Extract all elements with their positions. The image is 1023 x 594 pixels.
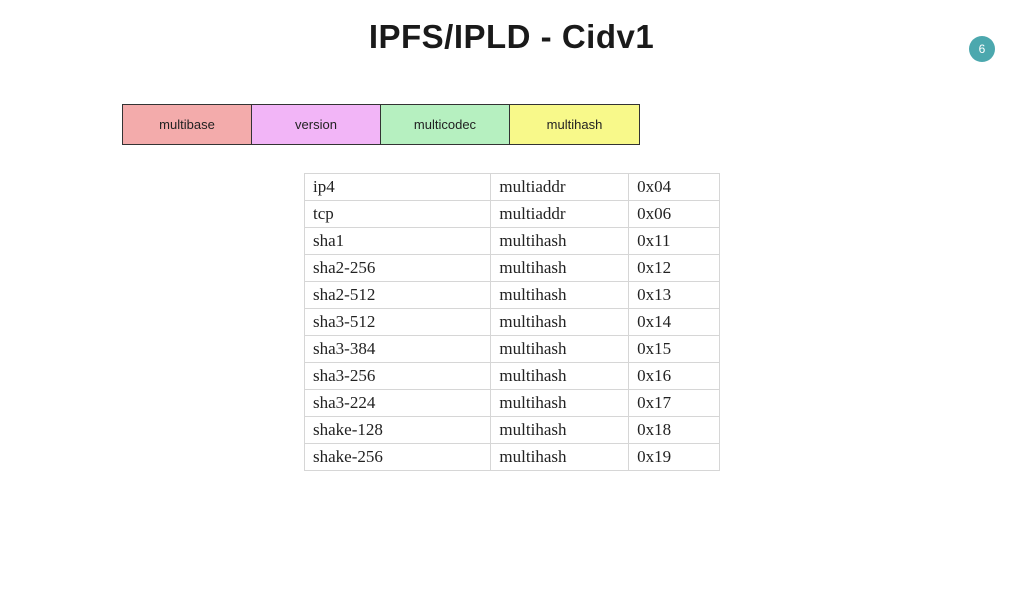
codec-name: shake-128 <box>305 417 491 444</box>
codec-category: multihash <box>491 444 629 471</box>
table-row: sha3-256multihash0x16 <box>305 363 720 390</box>
structure-cell-multihash: multihash <box>510 105 639 144</box>
codec-category: multihash <box>491 390 629 417</box>
codec-name: shake-256 <box>305 444 491 471</box>
codec-code: 0x18 <box>629 417 720 444</box>
table-row: sha2-512multihash0x13 <box>305 282 720 309</box>
table-row: tcpmultiaddr0x06 <box>305 201 720 228</box>
codec-category: multihash <box>491 417 629 444</box>
structure-cell-version: version <box>252 105 381 144</box>
codec-category: multihash <box>491 336 629 363</box>
table-row: sha3-224multihash0x17 <box>305 390 720 417</box>
codec-code: 0x17 <box>629 390 720 417</box>
table-row: sha2-256multihash0x12 <box>305 255 720 282</box>
multicodec-table: ip4multiaddr0x04tcpmultiaddr0x06sha1mult… <box>304 173 720 471</box>
table-row: shake-128multihash0x18 <box>305 417 720 444</box>
codec-category: multihash <box>491 363 629 390</box>
table-row: sha3-512multihash0x14 <box>305 309 720 336</box>
page-title: IPFS/IPLD - Cidv1 <box>0 18 1023 56</box>
table-row: sha3-384multihash0x15 <box>305 336 720 363</box>
table-row: sha1multihash0x11 <box>305 228 720 255</box>
codec-name: sha3-256 <box>305 363 491 390</box>
codec-name: sha3-512 <box>305 309 491 336</box>
codec-name: sha1 <box>305 228 491 255</box>
codec-category: multihash <box>491 255 629 282</box>
codec-code: 0x13 <box>629 282 720 309</box>
codec-code: 0x12 <box>629 255 720 282</box>
codec-name: sha3-384 <box>305 336 491 363</box>
structure-cell-multibase: multibase <box>123 105 252 144</box>
codec-code: 0x14 <box>629 309 720 336</box>
codec-name: ip4 <box>305 174 491 201</box>
codec-category: multihash <box>491 282 629 309</box>
structure-cell-multicodec: multicodec <box>381 105 510 144</box>
codec-category: multiaddr <box>491 174 629 201</box>
codec-category: multihash <box>491 228 629 255</box>
table-row: ip4multiaddr0x04 <box>305 174 720 201</box>
codec-code: 0x04 <box>629 174 720 201</box>
codec-code: 0x06 <box>629 201 720 228</box>
codec-code: 0x11 <box>629 228 720 255</box>
codec-name: sha2-512 <box>305 282 491 309</box>
codec-name: sha3-224 <box>305 390 491 417</box>
codec-code: 0x19 <box>629 444 720 471</box>
cid-structure-row: multibase version multicodec multihash <box>122 104 640 145</box>
codec-code: 0x15 <box>629 336 720 363</box>
slide-number-badge: 6 <box>969 36 995 62</box>
codec-name: sha2-256 <box>305 255 491 282</box>
table-row: shake-256multihash0x19 <box>305 444 720 471</box>
codec-name: tcp <box>305 201 491 228</box>
codec-category: multihash <box>491 309 629 336</box>
codec-code: 0x16 <box>629 363 720 390</box>
codec-category: multiaddr <box>491 201 629 228</box>
